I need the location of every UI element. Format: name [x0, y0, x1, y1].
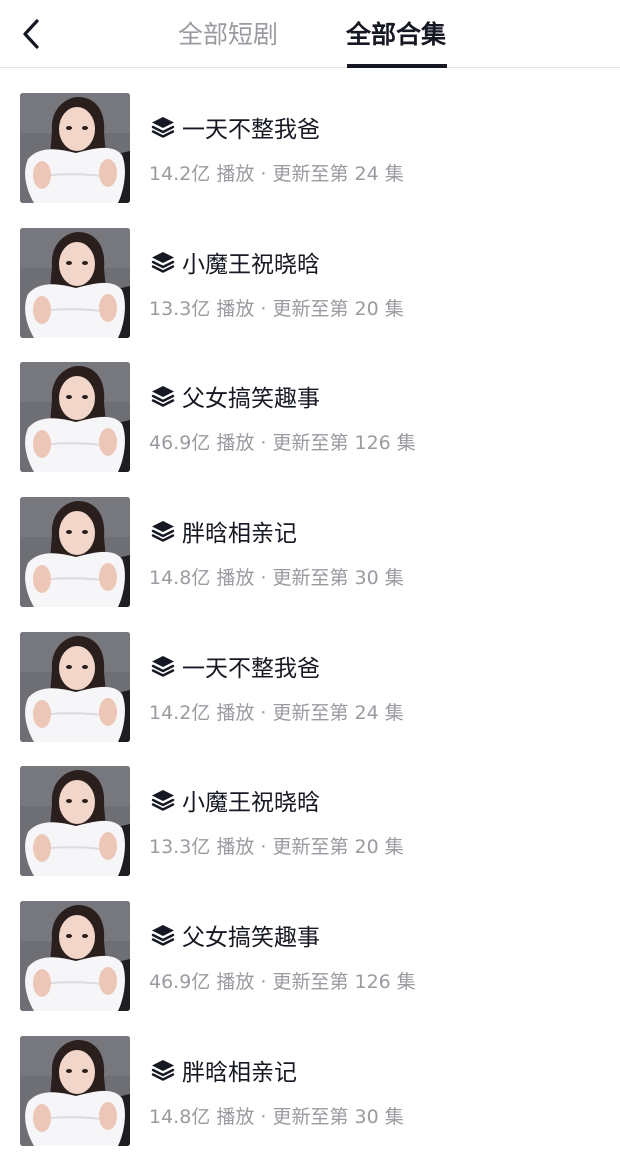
stack-layers-icon [151, 521, 175, 542]
stack-layers-icon [151, 790, 175, 812]
collection-thumbnail [20, 631, 130, 742]
collection-meta: 14.2亿 播放 · 更新至第 24 集 [149, 163, 404, 185]
collection-thumbnail [20, 362, 130, 473]
collection-title-row: 父女搞笑趣事 [150, 917, 320, 953]
tab-all-collections[interactable]: 全部合集 [346, 18, 446, 52]
collection-meta: 46.9亿 播放 · 更新至第 126 集 [149, 971, 416, 994]
chevron-left-icon [23, 19, 39, 49]
collection-title-row: 父女搞笑趣事 [150, 378, 320, 414]
collection-thumbnail [20, 766, 130, 877]
collection-meta: 13.3亿 播放 · 更新至第 20 集 [149, 297, 404, 320]
collection-list: 一天不整我爸 14.2亿 播放 · 更新至第 24 集 小魔王祝晓晗 13.3亿… [0, 69, 620, 1147]
back-button[interactable] [14, 14, 50, 54]
stack-layers-icon [151, 925, 175, 946]
collection-meta: 13.3亿 播放 · 更新至第 20 集 [149, 836, 404, 859]
collection-item[interactable]: 小魔王祝晓晗 13.3亿 播放 · 更新至第 20 集 [0, 742, 620, 877]
collection-title: 一天不整我爸 [182, 655, 320, 682]
collection-item[interactable]: 父女搞笑趣事 46.9亿 播放 · 更新至第 126 集 [0, 338, 620, 473]
collection-title: 小魔王祝晓晗 [182, 790, 320, 817]
top-tab-bar: 全部短剧 全部合集 [0, 0, 620, 68]
collection-title: 小魔王祝晓晗 [182, 251, 320, 278]
collection-title: 父女搞笑趣事 [182, 386, 320, 413]
collection-item[interactable]: 父女搞笑趣事 46.9亿 播放 · 更新至第 126 集 [0, 877, 620, 1012]
collection-title-row: 小魔王祝晓晗 [150, 782, 320, 818]
stack-layers-icon [151, 1059, 175, 1081]
collection-title: 胖晗相亲记 [182, 1059, 297, 1086]
collection-thumbnail [20, 497, 130, 608]
stack-layers-icon [151, 655, 175, 677]
collection-item[interactable]: 胖晗相亲记 14.8亿 播放 · 更新至第 30 集 [0, 1012, 620, 1147]
collection-thumbnail [20, 93, 130, 203]
collection-meta: 14.8亿 播放 · 更新至第 30 集 [149, 567, 404, 590]
tab-all-short-dramas[interactable]: 全部短剧 [178, 18, 278, 52]
collection-item[interactable]: 小魔王祝晓晗 13.3亿 播放 · 更新至第 20 集 [0, 204, 620, 339]
collection-title: 胖晗相亲记 [182, 521, 297, 548]
collection-meta: 46.9亿 播放 · 更新至第 126 集 [149, 432, 416, 455]
collection-item[interactable]: 一天不整我爸 14.2亿 播放 · 更新至第 24 集 [0, 608, 620, 743]
collection-thumbnail [20, 227, 130, 338]
collection-title: 父女搞笑趣事 [182, 925, 320, 952]
collection-thumbnail [20, 1035, 130, 1146]
stack-layers-icon [151, 117, 175, 138]
collection-item[interactable]: 胖晗相亲记 14.8亿 播放 · 更新至第 30 集 [0, 473, 620, 608]
collection-thumbnail [20, 901, 130, 1012]
collection-title-row: 一天不整我爸 [150, 109, 320, 145]
collection-title: 一天不整我爸 [182, 117, 320, 143]
collection-meta: 14.2亿 播放 · 更新至第 24 集 [149, 701, 404, 724]
stack-layers-icon [151, 251, 175, 273]
collection-item[interactable]: 一天不整我爸 14.2亿 播放 · 更新至第 24 集 [0, 69, 620, 204]
stack-layers-icon [151, 386, 175, 408]
active-tab-indicator [347, 64, 447, 68]
collection-title-row: 胖晗相亲记 [150, 513, 297, 549]
collection-title-row: 小魔王祝晓晗 [150, 244, 320, 280]
collection-title-row: 胖晗相亲记 [150, 1052, 297, 1088]
collection-title-row: 一天不整我爸 [150, 648, 320, 684]
collection-meta: 14.8亿 播放 · 更新至第 30 集 [149, 1105, 404, 1128]
